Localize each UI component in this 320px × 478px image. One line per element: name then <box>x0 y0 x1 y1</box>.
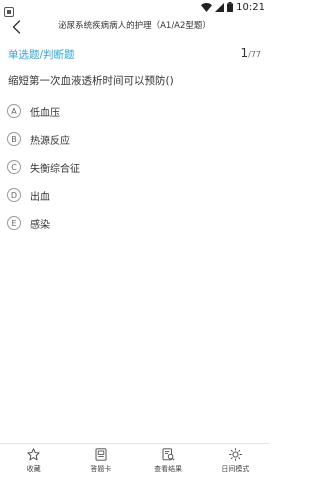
option-a[interactable]: A 低血压 <box>7 100 261 122</box>
option-c[interactable]: C 失衡综合征 <box>7 156 261 178</box>
signal-icon <box>215 2 225 12</box>
question-type-label: 单选题/判断题 <box>8 49 75 61</box>
progress-total: /77 <box>248 50 261 59</box>
tab-answer-card[interactable]: 答题卡 <box>67 444 134 478</box>
option-text: 失衡综合征 <box>30 163 80 175</box>
tab-label: 日间模式 <box>221 465 250 473</box>
tab-day-mode[interactable]: 日间模式 <box>202 444 269 478</box>
tab-label: 查看结果 <box>154 465 183 473</box>
option-letter: D <box>7 188 21 202</box>
answer-card-icon <box>95 448 107 461</box>
wifi-icon <box>201 2 213 12</box>
page-title: 泌尿系统疾病病人的护理（A1/A2型题） <box>58 21 211 31</box>
view-results-icon <box>162 448 175 461</box>
header: 泌尿系统疾病病人的护理（A1/A2型题） <box>0 14 269 40</box>
status-time: 10:21 <box>236 1 265 13</box>
option-letter: E <box>7 216 21 230</box>
option-letter: B <box>7 132 21 146</box>
option-b[interactable]: B 热源反应 <box>7 128 261 150</box>
tab-favorite[interactable]: 收藏 <box>0 444 67 478</box>
question-progress: 1/77 <box>240 46 261 60</box>
sun-icon <box>229 448 242 461</box>
tab-label: 答题卡 <box>90 465 112 473</box>
tab-label: 收藏 <box>26 465 41 473</box>
option-text: 热源反应 <box>30 135 70 147</box>
option-letter: C <box>7 160 21 174</box>
options-list: A 低血压 B 热源反应 C 失衡综合征 D 出血 E 感染 <box>7 100 261 240</box>
tab-view-results[interactable]: 查看结果 <box>135 444 202 478</box>
star-icon <box>27 448 40 461</box>
option-text: 感染 <box>30 219 50 231</box>
question-meta: 单选题/判断题 1/77 <box>8 46 261 62</box>
option-letter: A <box>7 104 21 118</box>
bottom-toolbar: 收藏 答题卡 查看结果 日间模式 <box>0 443 269 478</box>
option-text: 低血压 <box>30 107 60 119</box>
option-text: 出血 <box>30 191 50 203</box>
progress-current: 1 <box>240 46 249 60</box>
option-d[interactable]: D 出血 <box>7 184 261 206</box>
status-indicators: 10:21 <box>201 1 265 13</box>
notification-icon <box>4 2 14 17</box>
status-bar: 10:21 <box>0 0 269 17</box>
battery-icon <box>227 2 234 12</box>
question-text: 缩短第一次血液透析时间可以预防() <box>8 75 174 87</box>
option-e[interactable]: E 感染 <box>7 212 261 234</box>
